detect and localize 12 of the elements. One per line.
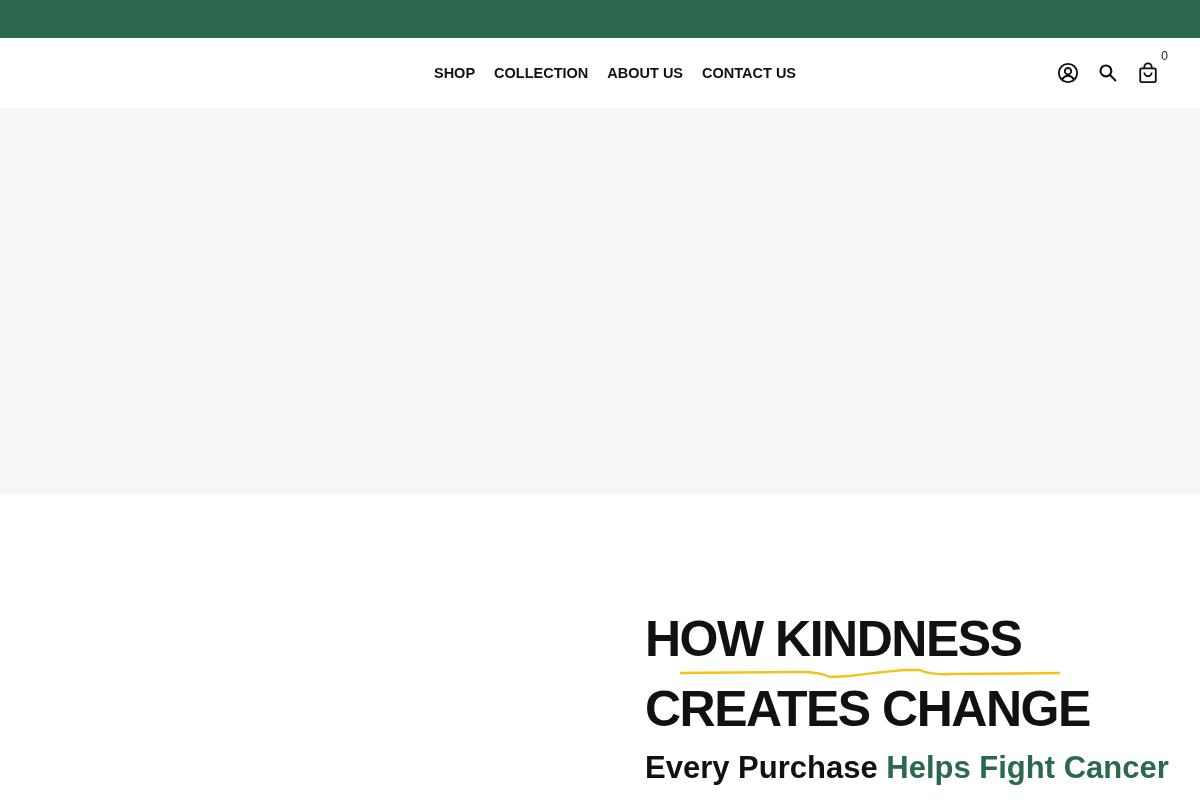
cart-count: 0 xyxy=(1161,49,1168,63)
nav-link[interactable]: ABOUT US xyxy=(607,65,684,81)
nav-link[interactable]: COLLECTION xyxy=(494,65,589,81)
nav-link[interactable]: SHOP xyxy=(433,65,476,81)
nav-link[interactable]: CONTACT US xyxy=(702,65,797,81)
section-subtitle: Every Purchase Helps Fight Cancer xyxy=(645,750,1170,786)
section-title: CREATES CHANGE xyxy=(645,682,1091,736)
bag-icon xyxy=(1137,62,1159,84)
account-button[interactable] xyxy=(1056,61,1080,85)
search-icon xyxy=(1098,63,1118,83)
user-icon xyxy=(1057,62,1079,84)
section-title: HOW KINDNESS xyxy=(645,612,1023,666)
